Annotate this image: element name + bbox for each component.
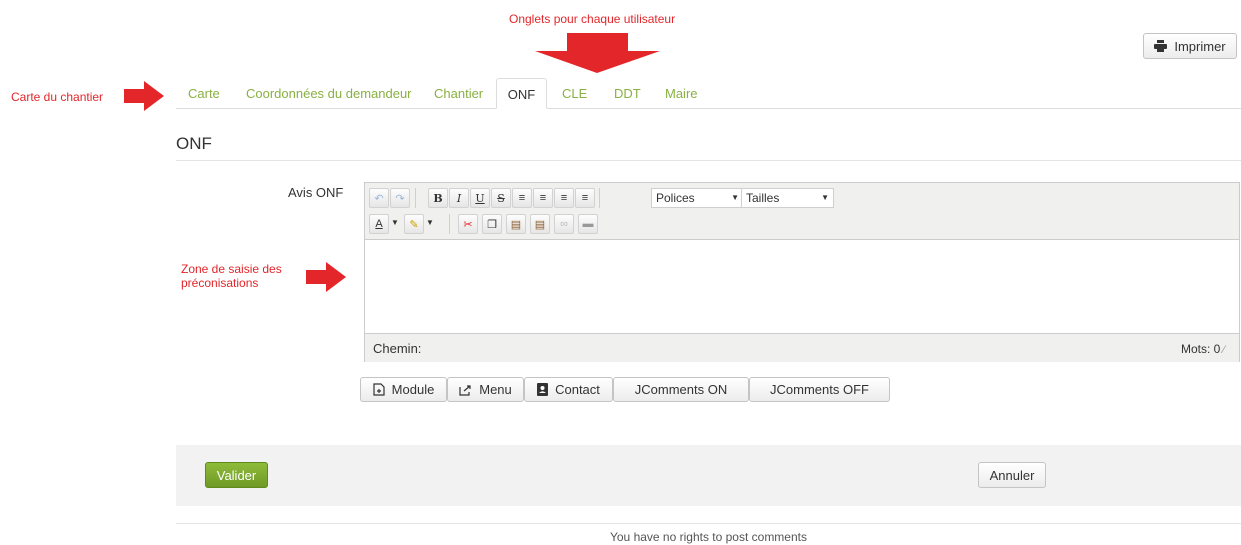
align-center-icon[interactable]: ≡: [533, 188, 553, 208]
annotation-map-note: Carte du chantier: [11, 90, 104, 104]
toolbar-separator: [449, 214, 450, 234]
contact-button[interactable]: Contact: [524, 377, 613, 402]
print-button-label: Imprimer: [1174, 38, 1226, 54]
undo-icon[interactable]: ↶: [369, 188, 389, 208]
font-family-select-value: Polices: [656, 191, 695, 205]
dropdown-arrow-icon[interactable]: ▼: [426, 218, 434, 227]
redo-icon[interactable]: ↷: [390, 188, 410, 208]
editor-path-label: Chemin:: [373, 341, 422, 356]
underline-icon[interactable]: U: [470, 188, 490, 208]
tab-maire[interactable]: Maire: [655, 78, 708, 109]
form-actions-bar: Valider Annuler: [176, 445, 1241, 506]
font-size-select[interactable]: Tailles ▼: [741, 188, 834, 208]
toolbar-separator: [599, 188, 600, 208]
align-right-icon[interactable]: ≡: [575, 188, 595, 208]
paste-icon[interactable]: ▤: [506, 214, 526, 234]
editor-text-area[interactable]: [365, 239, 1239, 333]
dropdown-arrow-icon[interactable]: ▼: [391, 218, 399, 227]
tab-cle[interactable]: CLE: [552, 78, 597, 109]
link-icon[interactable]: ∞: [554, 214, 574, 234]
bold-icon[interactable]: B: [428, 188, 448, 208]
cancel-button-label: Annuler: [989, 467, 1035, 483]
file-add-icon: [373, 383, 385, 396]
tab-carte[interactable]: Carte: [178, 78, 230, 109]
align-left-icon[interactable]: ≡: [554, 188, 574, 208]
section-title: ONF: [176, 134, 212, 153]
unlink-icon[interactable]: ▬: [578, 214, 598, 234]
cut-icon[interactable]: ✂: [458, 214, 478, 234]
word-count: Mots: 0: [1181, 342, 1221, 356]
annotation-input-note: Zone de saisie des préconisations: [181, 262, 282, 290]
tab-onf[interactable]: ONF: [496, 78, 547, 109]
jcomments-on-label: JComments ON: [634, 382, 728, 397]
footer-divider: [176, 523, 1241, 524]
copy-icon[interactable]: ❐: [482, 214, 502, 234]
jcomments-on-button[interactable]: JComments ON: [613, 377, 749, 402]
tab-chantier[interactable]: Chantier: [424, 78, 493, 109]
submit-button[interactable]: Valider: [205, 462, 268, 488]
arrow-right-icon: [124, 81, 164, 111]
menu-button-label: Menu: [479, 382, 512, 397]
arrow-down-icon: [535, 33, 660, 73]
arrow-right-icon: [306, 262, 346, 292]
font-size-select-value: Tailles: [746, 191, 780, 205]
strikethrough-icon[interactable]: S: [491, 188, 511, 208]
resize-handle-icon[interactable]: ∕: [1223, 344, 1225, 356]
share-icon: [459, 384, 471, 396]
field-label: Avis ONF: [288, 185, 344, 200]
text-color-icon[interactable]: A: [369, 214, 389, 234]
printer-icon: [1154, 40, 1168, 52]
highlight-color-icon[interactable]: ✎: [404, 214, 424, 234]
font-family-select[interactable]: Polices ▼: [651, 188, 744, 208]
tab-coordonnees[interactable]: Coordonnées du demandeur: [236, 78, 422, 109]
jcomments-off-button[interactable]: JComments OFF: [749, 377, 890, 402]
annotation-tabs-note: Onglets pour chaque utilisateur: [509, 12, 676, 26]
section-divider: [176, 160, 1241, 161]
tab-ddt[interactable]: DDT: [604, 78, 651, 109]
module-button-label: Module: [391, 382, 435, 397]
align-justify-icon[interactable]: ≡: [512, 188, 532, 208]
rich-text-editor: ↶ ↷ B I U S ≡ ≡ ≡ ≡ Polices ▼ Tailles ▼ …: [364, 182, 1240, 362]
module-button[interactable]: Module: [360, 377, 447, 402]
dropdown-arrow-icon: ▼: [731, 193, 739, 202]
jcomments-off-label: JComments OFF: [770, 382, 869, 397]
contact-button-label: Contact: [555, 382, 600, 397]
contact-book-icon: [537, 383, 549, 396]
menu-button[interactable]: Menu: [447, 377, 524, 402]
toolbar-separator: [415, 188, 416, 208]
italic-icon[interactable]: I: [449, 188, 469, 208]
editor-status-bar: Chemin: Mots: 0 ∕: [365, 333, 1239, 362]
footer-note: You have no rights to post comments: [609, 530, 807, 544]
cancel-button[interactable]: Annuler: [978, 462, 1046, 488]
paste-text-icon[interactable]: ▤: [530, 214, 550, 234]
dropdown-arrow-icon: ▼: [821, 193, 829, 202]
print-button[interactable]: Imprimer: [1143, 33, 1237, 59]
